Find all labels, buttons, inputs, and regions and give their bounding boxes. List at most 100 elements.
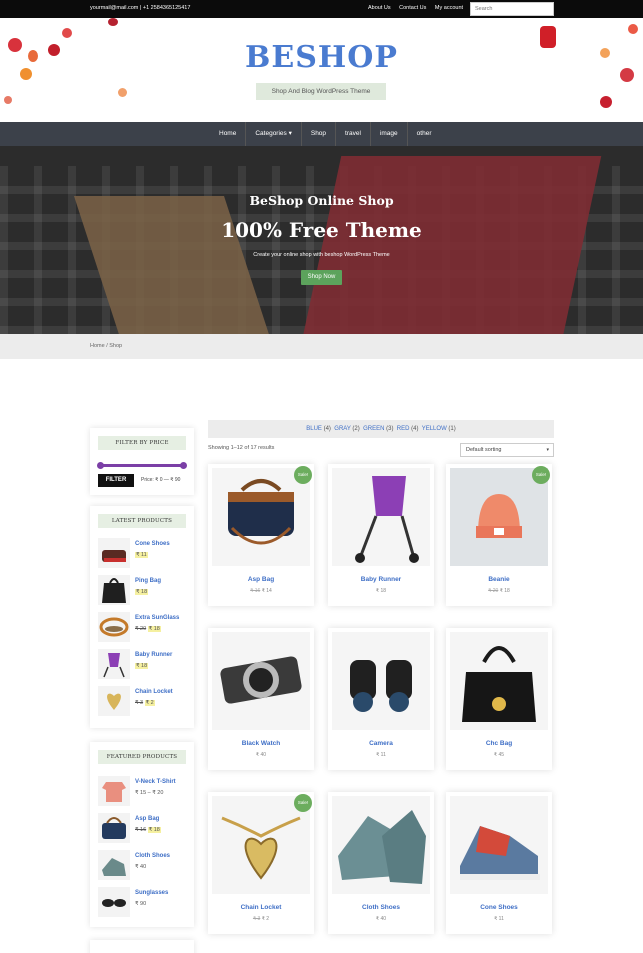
product-link[interactable]: V-Neck T-Shirt [135, 779, 176, 785]
nav-categories[interactable]: Categories ▾ [245, 122, 301, 146]
filter-red[interactable]: RED [397, 426, 410, 432]
current-price: ₹ 14 [261, 588, 272, 594]
current-price: ₹ 18 [499, 588, 510, 594]
current-price: ₹ 40 [255, 752, 267, 758]
list-item[interactable]: Cone Shoes ₹ 11 [98, 538, 188, 570]
product-link[interactable]: Asp Bag [135, 816, 159, 822]
nav-travel[interactable]: travel [335, 122, 370, 146]
about-us-link[interactable]: About Us [368, 5, 391, 11]
nav-home[interactable]: Home [210, 122, 245, 146]
product-card[interactable]: Cone Shoes ₹ 11 [446, 792, 552, 934]
product-price: ₹ 11 [446, 916, 552, 922]
filter-count: (4) [323, 426, 331, 432]
filter-green[interactable]: GREEN [363, 426, 384, 432]
product-link[interactable]: Extra SunGlass [135, 615, 179, 621]
product-thumbnail[interactable] [98, 575, 130, 605]
nav-shop[interactable]: Shop [300, 122, 335, 146]
price-slider[interactable] [97, 462, 187, 469]
product-thumbnail[interactable] [98, 649, 130, 679]
product-image[interactable] [450, 632, 548, 730]
product-image[interactable] [332, 632, 430, 730]
product-price: ₹ 18 [328, 588, 434, 594]
filter-yellow[interactable]: YELLOW [422, 426, 447, 432]
hero-banner: BeShop Online Shop 100% Free Theme Creat… [0, 146, 643, 334]
product-price: ₹ 40 [135, 864, 146, 870]
product-link[interactable]: Baby Runner [135, 652, 172, 658]
sidebar-widget [90, 940, 194, 953]
product-thumbnail[interactable] [98, 887, 130, 917]
product-image[interactable] [332, 468, 430, 566]
product-title[interactable]: Baby Runner [328, 576, 434, 583]
breadcrumb-text[interactable]: Home / Shop [90, 343, 122, 349]
product-card[interactable]: Cloth Shoes ₹ 40 [328, 792, 434, 934]
product-title[interactable]: Cone Shoes [446, 904, 552, 911]
slider-handle-min[interactable] [97, 462, 104, 469]
filter-count: (4) [411, 426, 419, 432]
product-image[interactable] [450, 468, 548, 566]
old-price: ₹ 20 [135, 626, 147, 632]
list-item[interactable]: Chain Locket ₹ 3 ₹ 2 [98, 686, 188, 718]
list-item[interactable]: Ping Bag ₹ 18 [98, 575, 188, 607]
product-card[interactable]: Sale! Asp Bag ₹ 16 ₹ 14 [208, 464, 314, 606]
sale-badge: Sale! [294, 794, 312, 812]
product-thumbnail[interactable] [98, 776, 130, 806]
current-price: ₹ 2 [261, 916, 270, 922]
list-item[interactable]: Baby Runner ₹ 18 [98, 649, 188, 681]
product-title[interactable]: Chain Locket [208, 904, 314, 911]
product-image[interactable] [212, 468, 310, 566]
product-link[interactable]: Sunglasses [135, 890, 168, 896]
product-link[interactable]: Ping Bag [135, 578, 161, 584]
product-thumbnail[interactable] [98, 850, 130, 880]
product-title[interactable]: Camera [328, 740, 434, 747]
product-image[interactable] [212, 632, 310, 730]
product-title[interactable]: Chc Bag [446, 740, 552, 747]
product-link[interactable]: Cone Shoes [135, 541, 170, 547]
product-price: ₹ 18 [135, 589, 149, 595]
product-card[interactable]: Sale! Chain Locket ₹ 3 ₹ 2 [208, 792, 314, 934]
product-price: ₹ 45 [446, 752, 552, 758]
product-image[interactable] [332, 796, 430, 894]
list-item[interactable]: V-Neck T-Shirt ₹ 15 – ₹ 20 [98, 776, 188, 808]
product-price: ₹ 20 ₹ 18 [446, 588, 552, 594]
product-link[interactable]: Cloth Shoes [135, 853, 170, 859]
site-logo[interactable]: BESHOP [0, 40, 643, 75]
product-thumbnail[interactable] [98, 813, 130, 843]
sort-select[interactable]: Default sorting ▾ [460, 443, 554, 457]
product-image[interactable] [450, 796, 548, 894]
top-bar: yourmail@mail.com | +1 2584365125417 Abo… [0, 0, 643, 18]
search-input[interactable] [470, 2, 554, 16]
contact-us-link[interactable]: Contact Us [399, 5, 426, 11]
product-price: ₹ 40 [208, 752, 314, 758]
product-price: ₹ 3 ₹ 2 [135, 700, 155, 706]
product-image[interactable] [212, 796, 310, 894]
product-title[interactable]: Asp Bag [208, 576, 314, 583]
filter-gray[interactable]: GRAY [334, 426, 350, 432]
list-item[interactable]: Sunglasses ₹ 90 [98, 887, 188, 919]
filter-blue[interactable]: BLUE [306, 426, 322, 432]
product-card[interactable]: Black Watch ₹ 40 [208, 628, 314, 770]
product-title[interactable]: Beanie [446, 576, 552, 583]
list-item[interactable]: Extra SunGlass ₹ 20 ₹ 18 [98, 612, 188, 644]
nav-image[interactable]: image [369, 122, 407, 146]
featured-products-widget: FEATURED PRODUCTS V-Neck T-Shirt ₹ 15 – … [90, 742, 194, 927]
product-thumbnail[interactable] [98, 686, 130, 716]
product-card[interactable]: Chc Bag ₹ 45 [446, 628, 552, 770]
chevron-down-icon: ▾ [546, 447, 549, 453]
filter-button[interactable]: FILTER [98, 474, 134, 487]
hero-subtitle: BeShop Online Shop [249, 193, 394, 208]
list-item[interactable]: Asp Bag ₹ 16 ₹ 18 [98, 813, 188, 845]
product-link[interactable]: Chain Locket [135, 689, 173, 695]
my-account-link[interactable]: My account [435, 5, 463, 11]
slider-handle-max[interactable] [180, 462, 187, 469]
current-price: ₹ 18 [135, 589, 149, 595]
list-item[interactable]: Cloth Shoes ₹ 40 [98, 850, 188, 882]
product-thumbnail[interactable] [98, 538, 130, 568]
product-thumbnail[interactable] [98, 612, 130, 642]
nav-other[interactable]: other [406, 122, 441, 146]
product-card[interactable]: Baby Runner ₹ 18 [328, 464, 434, 606]
shop-now-button[interactable]: Shop Now [301, 270, 342, 285]
product-card[interactable]: Sale! Beanie ₹ 20 ₹ 18 [446, 464, 552, 606]
product-title[interactable]: Cloth Shoes [328, 904, 434, 911]
product-card[interactable]: Camera ₹ 11 [328, 628, 434, 770]
product-title[interactable]: Black Watch [208, 740, 314, 747]
